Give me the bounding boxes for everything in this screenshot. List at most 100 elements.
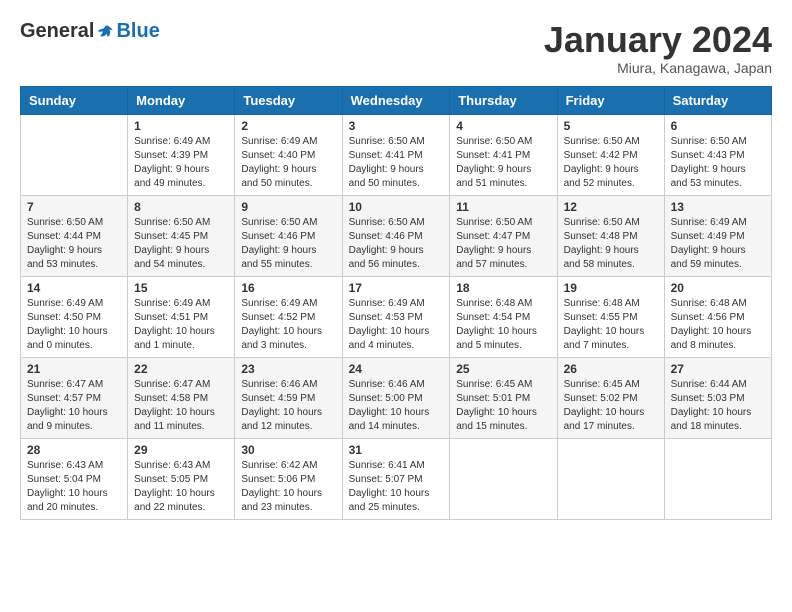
logo-blue-text: Blue xyxy=(116,20,159,43)
day-info: Sunrise: 6:50 AM Sunset: 4:41 PM Dayligh… xyxy=(349,135,444,191)
day-number: 6 xyxy=(671,119,765,133)
day-number: 8 xyxy=(134,200,228,214)
calendar-cell: 4 Sunrise: 6:50 AM Sunset: 4:41 PM Daylig… xyxy=(450,114,557,195)
day-number: 15 xyxy=(134,281,228,295)
calendar-table: SundayMondayTuesdayWednesdayThursdayFrid… xyxy=(20,86,772,520)
weekday-header-saturday: Saturday xyxy=(664,86,771,114)
day-info: Sunrise: 6:47 AM Sunset: 4:58 PM Dayligh… xyxy=(134,378,228,434)
calendar-week-row: 21Sunrise: 6:47 AM Sunset: 4:57 PM Dayli… xyxy=(21,357,772,438)
weekday-header-tuesday: Tuesday xyxy=(235,86,342,114)
calendar-cell: 8 Sunrise: 6:50 AM Sunset: 4:45 PM Daylig… xyxy=(128,195,235,276)
logo-general-text: General xyxy=(20,20,94,43)
day-info: Sunrise: 6:45 AM Sunset: 5:01 PM Dayligh… xyxy=(456,378,550,434)
month-title: January 2024 xyxy=(544,20,772,60)
day-info: Sunrise: 6:45 AM Sunset: 5:02 PM Dayligh… xyxy=(564,378,658,434)
day-info: Sunrise: 6:50 AM Sunset: 4:41 PM Dayligh… xyxy=(456,135,550,191)
day-number: 27 xyxy=(671,362,765,376)
calendar-cell xyxy=(557,438,664,519)
day-number: 11 xyxy=(456,200,550,214)
calendar-week-row: 7Sunrise: 6:50 AM Sunset: 4:44 PM Daylig… xyxy=(21,195,772,276)
day-info: Sunrise: 6:49 AM Sunset: 4:49 PM Dayligh… xyxy=(671,216,765,272)
day-number: 17 xyxy=(349,281,444,295)
calendar-cell: 13 Sunrise: 6:49 AM Sunset: 4:49 PM Dayli… xyxy=(664,195,771,276)
day-number: 29 xyxy=(134,443,228,457)
calendar-cell: 18 Sunrise: 6:48 AM Sunset: 4:54 PM Dayli… xyxy=(450,276,557,357)
day-number: 28 xyxy=(27,443,121,457)
day-info: Sunrise: 6:48 AM Sunset: 4:54 PM Dayligh… xyxy=(456,297,550,353)
calendar-cell: 19 Sunrise: 6:48 AM Sunset: 4:55 PM Dayli… xyxy=(557,276,664,357)
day-number: 23 xyxy=(241,362,335,376)
day-number: 20 xyxy=(671,281,765,295)
calendar-cell xyxy=(450,438,557,519)
day-info: Sunrise: 6:46 AM Sunset: 5:00 PM Dayligh… xyxy=(349,378,444,434)
calendar-cell: 27Sunrise: 6:44 AM Sunset: 5:03 PM Dayli… xyxy=(664,357,771,438)
day-info: Sunrise: 6:50 AM Sunset: 4:46 PM Dayligh… xyxy=(241,216,335,272)
weekday-header-thursday: Thursday xyxy=(450,86,557,114)
calendar-cell: 24 Sunrise: 6:46 AM Sunset: 5:00 PM Dayli… xyxy=(342,357,450,438)
page-header: General Blue January 2024 Miura, Kanagaw… xyxy=(20,20,772,76)
day-number: 10 xyxy=(349,200,444,214)
calendar-cell xyxy=(21,114,128,195)
calendar-cell: 14 Sunrise: 6:49 AM Sunset: 4:50 PM Dayli… xyxy=(21,276,128,357)
day-info: Sunrise: 6:50 AM Sunset: 4:47 PM Dayligh… xyxy=(456,216,550,272)
day-number: 5 xyxy=(564,119,658,133)
day-info: Sunrise: 6:50 AM Sunset: 4:46 PM Dayligh… xyxy=(349,216,444,272)
calendar-cell: 10 Sunrise: 6:50 AM Sunset: 4:46 PM Dayli… xyxy=(342,195,450,276)
day-number: 14 xyxy=(27,281,121,295)
calendar-cell: 15Sunrise: 6:49 AM Sunset: 4:51 PM Dayli… xyxy=(128,276,235,357)
calendar-cell: 29 Sunrise: 6:43 AM Sunset: 5:05 PM Dayli… xyxy=(128,438,235,519)
day-info: Sunrise: 6:50 AM Sunset: 4:43 PM Dayligh… xyxy=(671,135,765,191)
day-number: 12 xyxy=(564,200,658,214)
day-info: Sunrise: 6:50 AM Sunset: 4:48 PM Dayligh… xyxy=(564,216,658,272)
location-subtitle: Miura, Kanagawa, Japan xyxy=(544,60,772,76)
day-info: Sunrise: 6:46 AM Sunset: 4:59 PM Dayligh… xyxy=(241,378,335,434)
calendar-cell: 1Sunrise: 6:49 AM Sunset: 4:39 PM Daylig… xyxy=(128,114,235,195)
weekday-header-friday: Friday xyxy=(557,86,664,114)
calendar-cell: 30 Sunrise: 6:42 AM Sunset: 5:06 PM Dayli… xyxy=(235,438,342,519)
day-number: 31 xyxy=(349,443,444,457)
day-number: 4 xyxy=(456,119,550,133)
day-info: Sunrise: 6:50 AM Sunset: 4:45 PM Dayligh… xyxy=(134,216,228,272)
calendar-cell: 20 Sunrise: 6:48 AM Sunset: 4:56 PM Dayli… xyxy=(664,276,771,357)
day-info: Sunrise: 6:49 AM Sunset: 4:53 PM Dayligh… xyxy=(349,297,444,353)
calendar-cell: 28 Sunrise: 6:43 AM Sunset: 5:04 PM Dayli… xyxy=(21,438,128,519)
day-number: 21 xyxy=(27,362,121,376)
logo: General Blue xyxy=(20,20,160,43)
day-number: 25 xyxy=(456,362,550,376)
day-number: 13 xyxy=(671,200,765,214)
calendar-week-row: 28 Sunrise: 6:43 AM Sunset: 5:04 PM Dayli… xyxy=(21,438,772,519)
day-number: 1 xyxy=(134,119,228,133)
day-number: 19 xyxy=(564,281,658,295)
day-number: 30 xyxy=(241,443,335,457)
day-info: Sunrise: 6:42 AM Sunset: 5:06 PM Dayligh… xyxy=(241,459,335,515)
weekday-header-monday: Monday xyxy=(128,86,235,114)
day-info: Sunrise: 6:49 AM Sunset: 4:52 PM Dayligh… xyxy=(241,297,335,353)
calendar-cell: 11 Sunrise: 6:50 AM Sunset: 4:47 PM Dayli… xyxy=(450,195,557,276)
calendar-cell: 17 Sunrise: 6:49 AM Sunset: 4:53 PM Dayli… xyxy=(342,276,450,357)
day-number: 2 xyxy=(241,119,335,133)
day-number: 24 xyxy=(349,362,444,376)
day-info: Sunrise: 6:43 AM Sunset: 5:04 PM Dayligh… xyxy=(27,459,121,515)
day-info: Sunrise: 6:48 AM Sunset: 4:56 PM Dayligh… xyxy=(671,297,765,353)
day-info: Sunrise: 6:49 AM Sunset: 4:50 PM Dayligh… xyxy=(27,297,121,353)
day-number: 3 xyxy=(349,119,444,133)
calendar-cell: 2 Sunrise: 6:49 AM Sunset: 4:40 PM Daylig… xyxy=(235,114,342,195)
day-info: Sunrise: 6:43 AM Sunset: 5:05 PM Dayligh… xyxy=(134,459,228,515)
day-number: 18 xyxy=(456,281,550,295)
calendar-cell: 9Sunrise: 6:50 AM Sunset: 4:46 PM Daylig… xyxy=(235,195,342,276)
calendar-cell: 5Sunrise: 6:50 AM Sunset: 4:42 PM Daylig… xyxy=(557,114,664,195)
day-info: Sunrise: 6:41 AM Sunset: 5:07 PM Dayligh… xyxy=(349,459,444,515)
day-info: Sunrise: 6:49 AM Sunset: 4:40 PM Dayligh… xyxy=(241,135,335,191)
logo-bird-icon xyxy=(96,22,116,42)
day-number: 7 xyxy=(27,200,121,214)
calendar-week-row: 1Sunrise: 6:49 AM Sunset: 4:39 PM Daylig… xyxy=(21,114,772,195)
calendar-cell: 31 Sunrise: 6:41 AM Sunset: 5:07 PM Dayli… xyxy=(342,438,450,519)
day-info: Sunrise: 6:48 AM Sunset: 4:55 PM Dayligh… xyxy=(564,297,658,353)
calendar-cell: 25 Sunrise: 6:45 AM Sunset: 5:01 PM Dayli… xyxy=(450,357,557,438)
calendar-cell xyxy=(664,438,771,519)
day-number: 16 xyxy=(241,281,335,295)
calendar-cell: 22 Sunrise: 6:47 AM Sunset: 4:58 PM Dayli… xyxy=(128,357,235,438)
title-block: January 2024 Miura, Kanagawa, Japan xyxy=(544,20,772,76)
weekday-header-wednesday: Wednesday xyxy=(342,86,450,114)
day-number: 22 xyxy=(134,362,228,376)
